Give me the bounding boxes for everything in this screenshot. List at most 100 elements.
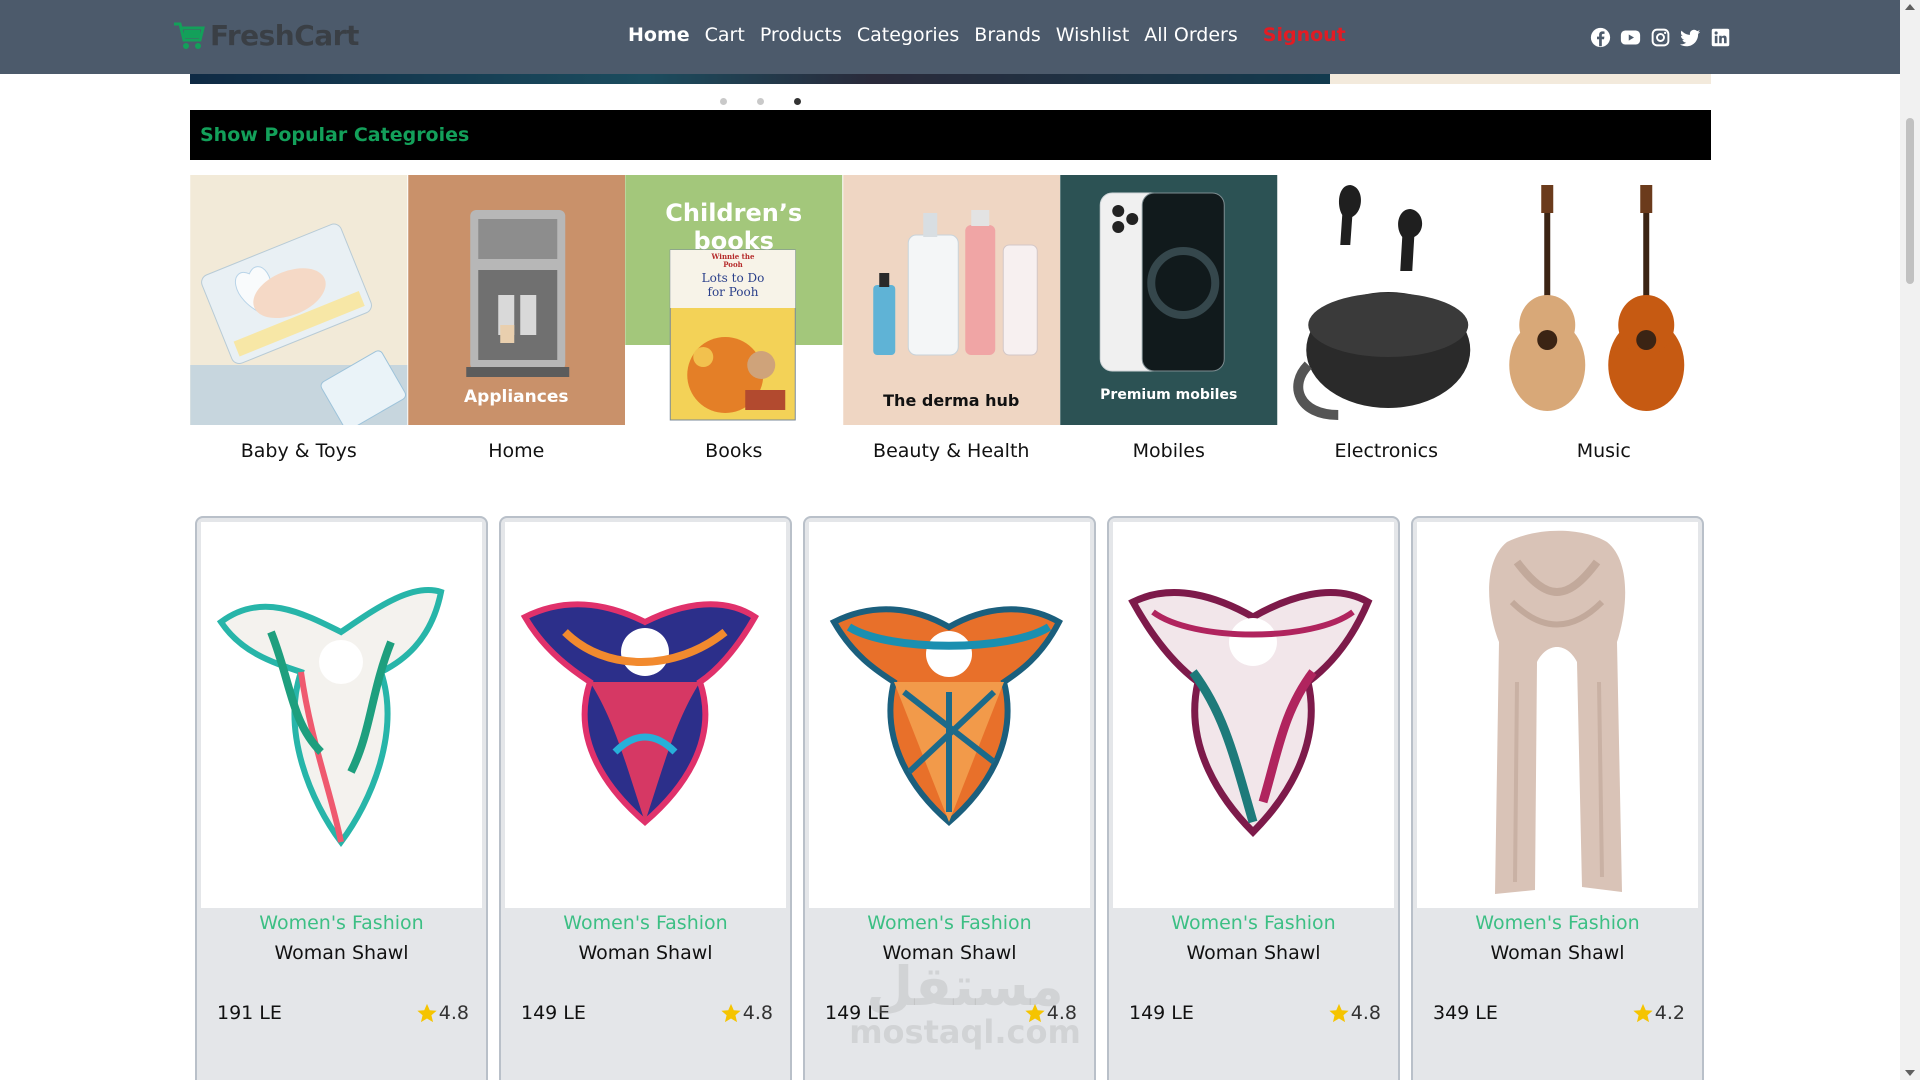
category-image: Premium mobiles [1060,175,1278,425]
product-rating: 4.2 [1632,1002,1685,1024]
product-category: Women's Fashion [1171,912,1336,934]
scroll-up-arrow-icon[interactable] [1905,4,1915,10]
book-brand: Winnie the Pooh [711,252,755,269]
category-home[interactable]: Appliances Home [407,175,626,462]
category-image [1495,175,1713,425]
book-title: Lots to Do for Pooh [701,271,765,299]
rating-value: 4.8 [438,1002,469,1024]
product-grid: Women's Fashion Woman Shawl 191 LE 4.8 W… [195,516,1704,1080]
category-image: The derma hub [842,175,1061,425]
nav-link-categories[interactable]: Categories [857,24,959,46]
product-title[interactable]: Woman Shawl [1109,942,1398,964]
scroll-down-arrow-icon[interactable] [1905,1070,1915,1076]
product-price: 149 LE [825,1002,890,1024]
category-image-text: The derma hub [883,391,1020,410]
category-image: Children’s books Winnie the Pooh Lots to… [625,175,843,425]
nav-link-cart[interactable]: Cart [705,24,745,46]
category-label: Electronics [1334,440,1439,462]
nav-link-wishlist[interactable]: Wishlist [1056,24,1130,46]
category-label: Mobiles [1132,440,1205,462]
rating-value: 4.8 [1350,1002,1381,1024]
star-icon [417,1003,437,1023]
category-image-text: Appliances [464,387,569,407]
product-category: Women's Fashion [563,912,728,934]
category-label: Baby & Toys [240,440,357,462]
product-title[interactable]: Woman Shawl [197,942,486,964]
star-icon [1329,1003,1349,1023]
navbar: FreshCart Home Cart Products Categories … [0,0,1900,74]
slider-dot-2[interactable] [757,98,764,105]
nav-links: Home Cart Products Categories Brands Wis… [628,24,1361,46]
slider-dot-3[interactable] [794,98,801,105]
product-image [505,522,786,908]
logo-text: FreshCart [210,18,359,52]
nav-link-products[interactable]: Products [760,24,842,46]
product-category: Women's Fashion [867,912,1032,934]
product-category: Women's Fashion [259,912,424,934]
signout-link[interactable]: Signout [1263,24,1346,46]
star-icon [1025,1003,1045,1023]
rating-value: 4.8 [1046,1002,1077,1024]
category-music[interactable]: Music [1495,175,1713,462]
page-scrollbar[interactable] [1900,0,1920,1080]
star-icon [1633,1003,1653,1023]
shopping-cart-icon [174,22,205,49]
category-label: Beauty & Health [873,440,1030,462]
product-image [809,522,1090,908]
category-image [1277,175,1496,425]
main-slider-image [190,74,1330,84]
product-title[interactable]: Woman Shawl [805,942,1094,964]
slider-dots [720,98,801,105]
star-icon [721,1003,741,1023]
category-electronics[interactable]: Electronics [1277,175,1496,462]
twitter-icon[interactable] [1680,27,1701,48]
category-carousel: Baby & Toys Appliances Home Children’s b… [190,175,1713,462]
product-rating: 4.8 [1024,1002,1077,1024]
product-card[interactable]: Women's Fashion Woman Shawl 149 LE 4.8 [803,516,1096,1080]
product-title[interactable]: Woman Shawl [1413,942,1702,964]
product-image [1417,522,1698,908]
product-price: 349 LE [1433,1002,1498,1024]
product-card[interactable]: Women's Fashion Woman Shawl 149 LE 4.8 [1107,516,1400,1080]
product-card[interactable]: Women's Fashion Woman Shawl 149 LE 4.8 [499,516,792,1080]
category-mobiles[interactable]: Premium mobiles Mobiles [1060,175,1278,462]
rating-value: 4.8 [742,1002,773,1024]
slider-dot-1[interactable] [720,98,727,105]
product-price: 149 LE [1129,1002,1194,1024]
nav-link-home[interactable]: Home [628,24,690,46]
nav-link-brands[interactable]: Brands [974,24,1041,46]
popular-categories-header: Show Popular Categroies [190,110,1711,160]
category-image [190,175,408,425]
category-beauty-health[interactable]: The derma hub Beauty & Health [842,175,1061,462]
product-image [1113,522,1394,908]
product-title[interactable]: Woman Shawl [501,942,790,964]
product-image [201,522,482,908]
category-books[interactable]: Children’s books Winnie the Pooh Lots to… [625,175,843,462]
scroll-thumb[interactable] [1906,118,1914,284]
product-price: 149 LE [521,1002,586,1024]
product-card[interactable]: Women's Fashion Woman Shawl 349 LE 4.2 [1411,516,1704,1080]
category-label: Music [1576,440,1631,462]
product-category: Women's Fashion [1475,912,1640,934]
category-image-text: Children’s books [665,199,803,255]
category-image: Appliances [407,175,626,425]
instagram-icon[interactable] [1650,27,1671,48]
product-price: 191 LE [217,1002,282,1024]
linkedin-icon[interactable] [1710,27,1731,48]
youtube-icon[interactable] [1620,27,1641,48]
logo[interactable]: FreshCart [172,18,359,52]
rating-value: 4.2 [1654,1002,1685,1024]
facebook-icon[interactable] [1590,27,1611,48]
product-rating: 4.8 [416,1002,469,1024]
category-label: Books [705,440,763,462]
side-banner-image [1330,74,1711,84]
nav-link-all-orders[interactable]: All Orders [1144,24,1238,46]
category-baby-toys[interactable]: Baby & Toys [190,175,408,462]
popular-categories-title: Show Popular Categroies [200,124,470,146]
social-links [1590,27,1731,48]
product-card[interactable]: Women's Fashion Woman Shawl 191 LE 4.8 [195,516,488,1080]
category-image-text: Premium mobiles [1100,387,1238,403]
product-rating: 4.8 [1328,1002,1381,1024]
product-rating: 4.8 [720,1002,773,1024]
category-label: Home [488,440,545,462]
